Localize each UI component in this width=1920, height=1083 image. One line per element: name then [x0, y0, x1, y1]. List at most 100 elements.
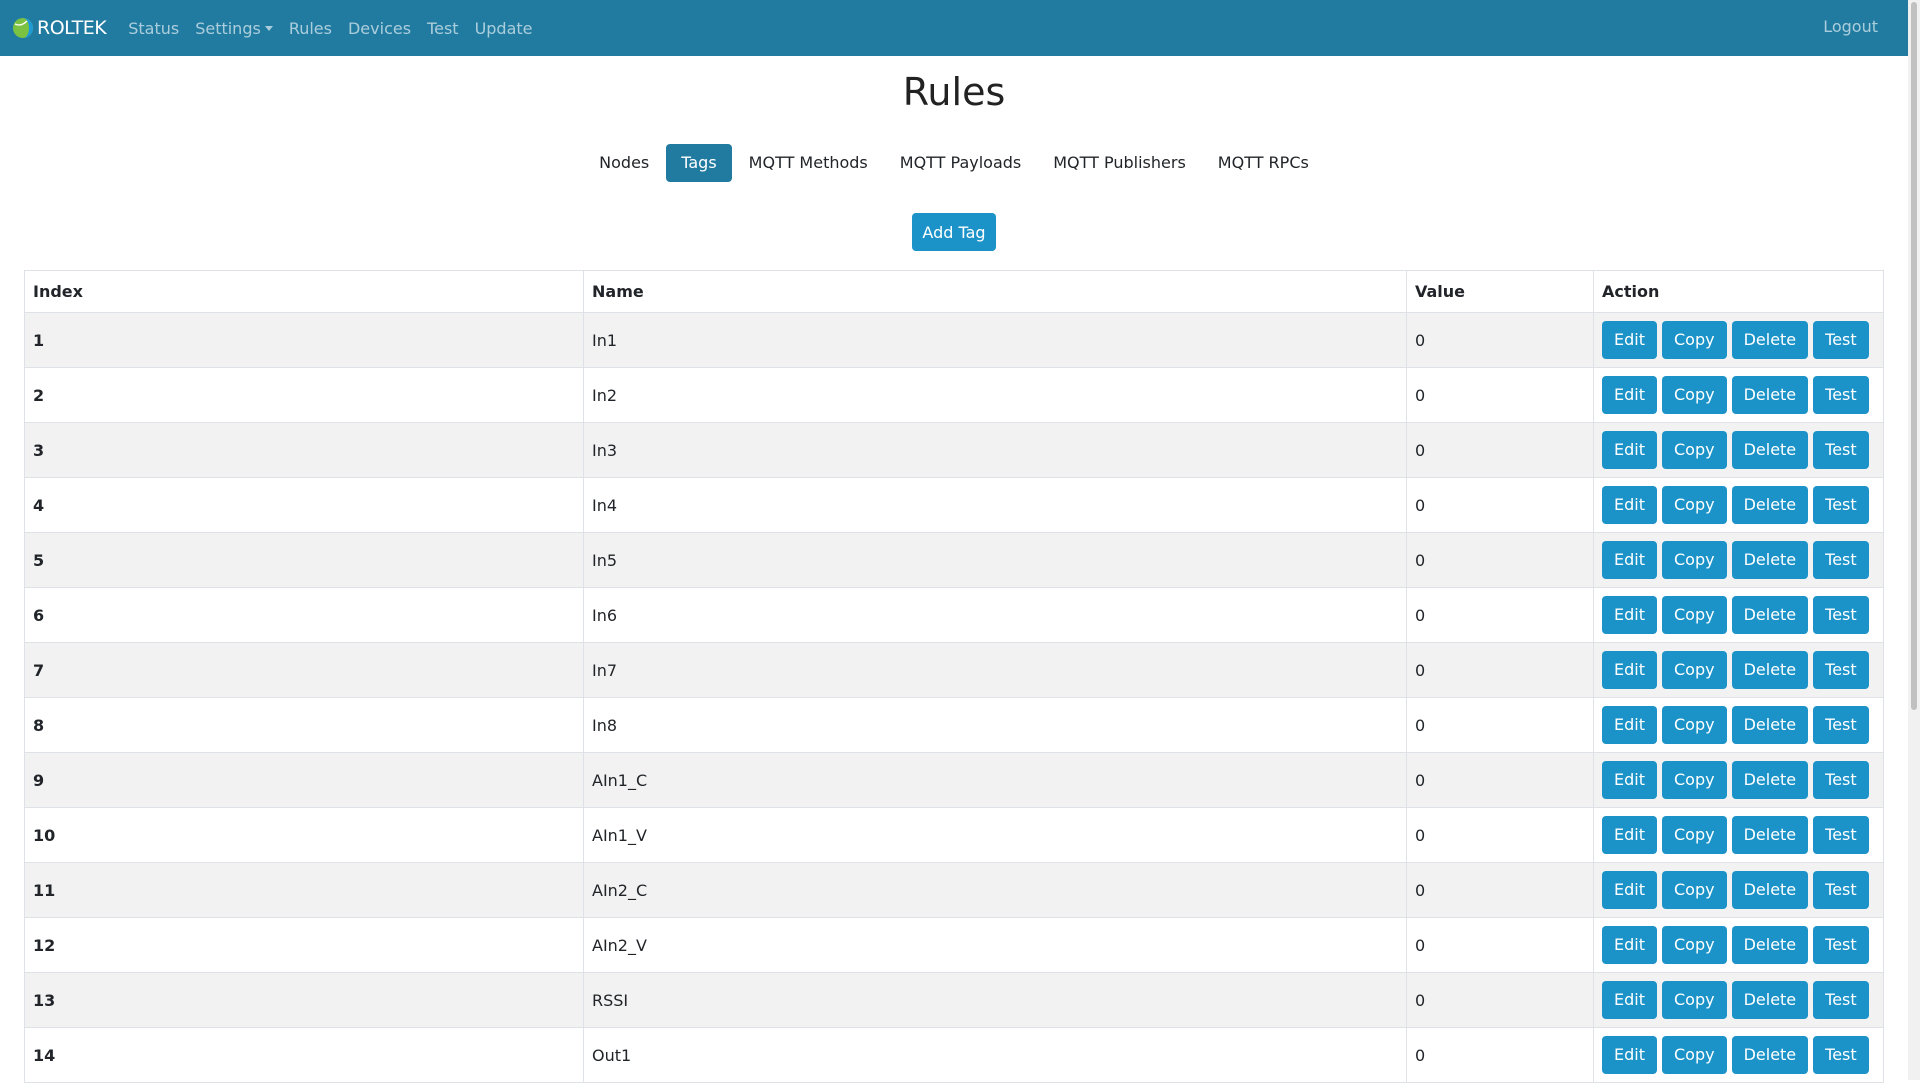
- copy-button[interactable]: Copy: [1661, 761, 1727, 799]
- cell-name: AIn1_C: [583, 752, 1407, 808]
- edit-button[interactable]: Edit: [1602, 761, 1657, 799]
- cell-name: AIn1_V: [583, 807, 1407, 863]
- test-button[interactable]: Test: [1813, 981, 1869, 1019]
- nav-rules[interactable]: Rules: [289, 19, 332, 38]
- delete-button[interactable]: Delete: [1731, 1036, 1809, 1074]
- tab-nodes[interactable]: Nodes: [584, 144, 664, 182]
- nav-devices[interactable]: Devices: [348, 19, 411, 38]
- cell-index: 7: [24, 642, 584, 698]
- edit-button[interactable]: Edit: [1602, 486, 1657, 524]
- copy-button[interactable]: Copy: [1661, 376, 1727, 414]
- tab-mqtt-publishers[interactable]: MQTT Publishers: [1038, 144, 1201, 182]
- delete-button[interactable]: Delete: [1731, 706, 1809, 744]
- cell-name: RSSI: [583, 972, 1407, 1028]
- cell-name: In3: [583, 422, 1407, 478]
- test-button[interactable]: Test: [1813, 541, 1869, 579]
- copy-button[interactable]: Copy: [1661, 431, 1727, 469]
- table-row: 4 In4 0 Edit Copy Delete Test: [24, 477, 1884, 533]
- tab-mqtt-rpcs[interactable]: MQTT RPCs: [1203, 144, 1324, 182]
- edit-button[interactable]: Edit: [1602, 596, 1657, 634]
- cell-actions: Edit Copy Delete Test: [1593, 422, 1884, 478]
- test-button[interactable]: Test: [1813, 376, 1869, 414]
- delete-button[interactable]: Delete: [1731, 871, 1809, 909]
- copy-button[interactable]: Copy: [1661, 981, 1727, 1019]
- delete-button[interactable]: Delete: [1731, 926, 1809, 964]
- delete-button[interactable]: Delete: [1731, 431, 1809, 469]
- delete-button[interactable]: Delete: [1731, 761, 1809, 799]
- cell-actions: Edit Copy Delete Test: [1593, 862, 1884, 918]
- tab-mqtt-payloads[interactable]: MQTT Payloads: [885, 144, 1036, 182]
- cell-name: In6: [583, 587, 1407, 643]
- test-button[interactable]: Test: [1813, 651, 1869, 689]
- cell-index: 6: [24, 587, 584, 643]
- tab-mqtt-methods[interactable]: MQTT Methods: [734, 144, 883, 182]
- edit-button[interactable]: Edit: [1602, 816, 1657, 854]
- column-header-name: Name: [583, 270, 1407, 313]
- table-row: 12 AIn2_V 0 Edit Copy Delete Test: [24, 917, 1884, 973]
- delete-button[interactable]: Delete: [1731, 486, 1809, 524]
- nav-status[interactable]: Status: [128, 19, 179, 38]
- test-button[interactable]: Test: [1813, 486, 1869, 524]
- copy-button[interactable]: Copy: [1661, 596, 1727, 634]
- delete-button[interactable]: Delete: [1731, 816, 1809, 854]
- edit-button[interactable]: Edit: [1602, 376, 1657, 414]
- edit-button[interactable]: Edit: [1602, 981, 1657, 1019]
- test-button[interactable]: Test: [1813, 431, 1869, 469]
- brand-logo-icon: [13, 18, 33, 38]
- navbar: ROLTEK Status Settings Rules Devices Tes…: [0, 0, 1908, 56]
- edit-button[interactable]: Edit: [1602, 706, 1657, 744]
- copy-button[interactable]: Copy: [1661, 871, 1727, 909]
- edit-button[interactable]: Edit: [1602, 431, 1657, 469]
- cell-value: 0: [1406, 1027, 1594, 1083]
- copy-button[interactable]: Copy: [1661, 706, 1727, 744]
- cell-actions: Edit Copy Delete Test: [1593, 367, 1884, 423]
- test-button[interactable]: Test: [1813, 871, 1869, 909]
- edit-button[interactable]: Edit: [1602, 651, 1657, 689]
- nav-test[interactable]: Test: [427, 19, 459, 38]
- table-row: 3 In3 0 Edit Copy Delete Test: [24, 422, 1884, 478]
- logout-link[interactable]: Logout: [1823, 17, 1878, 36]
- delete-button[interactable]: Delete: [1731, 981, 1809, 1019]
- cell-index: 14: [24, 1027, 584, 1083]
- copy-button[interactable]: Copy: [1661, 1036, 1727, 1074]
- edit-button[interactable]: Edit: [1602, 926, 1657, 964]
- edit-button[interactable]: Edit: [1602, 1036, 1657, 1074]
- test-button[interactable]: Test: [1813, 761, 1869, 799]
- cell-index: 1: [24, 312, 584, 368]
- edit-button[interactable]: Edit: [1602, 541, 1657, 579]
- test-button[interactable]: Test: [1813, 596, 1869, 634]
- test-button[interactable]: Test: [1813, 706, 1869, 744]
- add-tag-button[interactable]: Add Tag: [912, 213, 996, 251]
- brand[interactable]: ROLTEK: [12, 17, 107, 39]
- nav-settings[interactable]: Settings: [195, 19, 273, 38]
- scrollbar[interactable]: [1908, 0, 1920, 1080]
- delete-button[interactable]: Delete: [1731, 376, 1809, 414]
- copy-button[interactable]: Copy: [1661, 926, 1727, 964]
- copy-button[interactable]: Copy: [1661, 651, 1727, 689]
- cell-actions: Edit Copy Delete Test: [1593, 917, 1884, 973]
- table-row: 7 In7 0 Edit Copy Delete Test: [24, 642, 1884, 698]
- table-row: 6 In6 0 Edit Copy Delete Test: [24, 587, 1884, 643]
- test-button[interactable]: Test: [1813, 321, 1869, 359]
- tab-tags[interactable]: Tags: [666, 144, 732, 182]
- chevron-down-icon: [264, 25, 273, 31]
- copy-button[interactable]: Copy: [1661, 816, 1727, 854]
- edit-button[interactable]: Edit: [1602, 321, 1657, 359]
- scrollbar-thumb[interactable]: [1911, 2, 1917, 710]
- nav-update[interactable]: Update: [475, 19, 533, 38]
- cell-index: 9: [24, 752, 584, 808]
- test-button[interactable]: Test: [1813, 926, 1869, 964]
- copy-button[interactable]: Copy: [1661, 486, 1727, 524]
- test-button[interactable]: Test: [1813, 816, 1869, 854]
- delete-button[interactable]: Delete: [1731, 541, 1809, 579]
- delete-button[interactable]: Delete: [1731, 321, 1809, 359]
- copy-button[interactable]: Copy: [1661, 321, 1727, 359]
- cell-value: 0: [1406, 862, 1594, 918]
- table-row: 1 In1 0 Edit Copy Delete Test: [24, 312, 1884, 368]
- test-button[interactable]: Test: [1813, 1036, 1869, 1074]
- edit-button[interactable]: Edit: [1602, 871, 1657, 909]
- delete-button[interactable]: Delete: [1731, 596, 1809, 634]
- table-row: 8 In8 0 Edit Copy Delete Test: [24, 697, 1884, 753]
- delete-button[interactable]: Delete: [1731, 651, 1809, 689]
- copy-button[interactable]: Copy: [1661, 541, 1727, 579]
